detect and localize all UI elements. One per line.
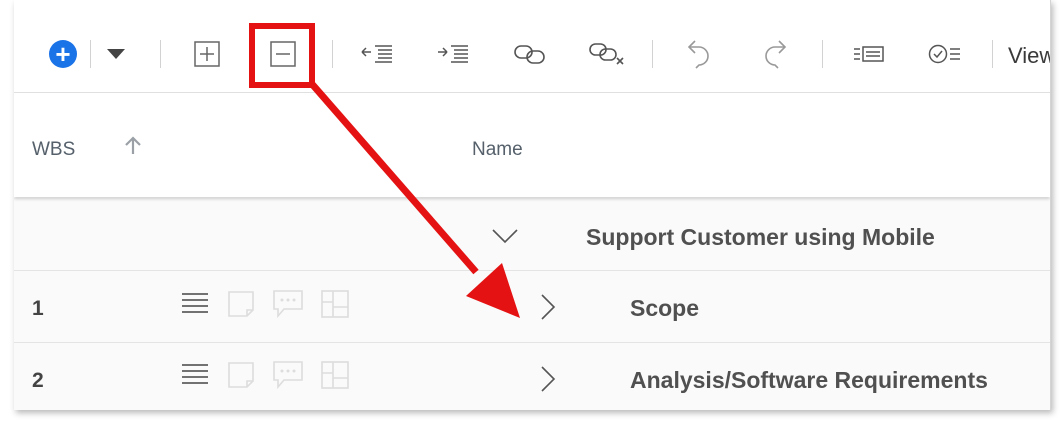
details-icon — [854, 46, 884, 62]
unlink-tasks-button[interactable] — [588, 34, 626, 74]
redo-icon — [765, 40, 787, 69]
chevron-down-icon[interactable] — [492, 228, 518, 249]
toolbar-divider — [332, 40, 333, 68]
row-action-icons — [180, 360, 366, 395]
column-header-row: WBS Name — [14, 93, 1050, 197]
unlink-icon — [589, 43, 624, 65]
indent-button[interactable] — [436, 34, 470, 74]
view-menu-button[interactable]: View — [1008, 43, 1050, 69]
toolbar-divider — [652, 40, 653, 68]
comment-icon[interactable] — [272, 360, 304, 395]
row-action-icons — [180, 289, 366, 324]
row-menu-icon[interactable] — [180, 360, 210, 395]
toolbar-divider — [992, 40, 993, 68]
outdent-icon — [361, 45, 392, 63]
undo-button[interactable] — [684, 34, 714, 74]
task-details-button[interactable] — [852, 34, 886, 74]
toolbar-divider — [822, 40, 823, 68]
toolbar-divider — [90, 40, 91, 68]
table-row[interactable]: Support Customer using Mobile — [14, 198, 1050, 271]
caret-down-icon — [107, 49, 125, 59]
board-icon[interactable] — [320, 289, 350, 324]
comment-icon[interactable] — [272, 289, 304, 324]
chevron-right-icon[interactable] — [540, 365, 556, 398]
note-icon[interactable] — [226, 360, 256, 395]
annotation-highlight-box — [249, 23, 315, 88]
task-name[interactable]: Support Customer using Mobile — [586, 224, 935, 251]
table-row[interactable]: 1 Scope — [14, 271, 1050, 343]
wbs-number: 2 — [32, 369, 44, 392]
outdent-button[interactable] — [360, 34, 394, 74]
row-menu-icon[interactable] — [180, 289, 210, 324]
mark-complete-button[interactable] — [928, 34, 962, 74]
indent-icon — [438, 45, 468, 63]
checklist-icon — [928, 44, 960, 64]
task-name[interactable]: Scope — [630, 295, 699, 322]
link-tasks-button[interactable] — [512, 34, 548, 74]
toolbar-divider — [160, 40, 161, 68]
link-icon — [514, 45, 545, 64]
undo-icon — [687, 40, 709, 69]
table-row[interactable]: 2 Analysis/Software Requirements — [14, 343, 1050, 410]
add-dropdown-button[interactable] — [102, 34, 130, 74]
task-name[interactable]: Analysis/Software Requirements — [630, 367, 988, 394]
expand-all-button[interactable] — [192, 34, 222, 74]
plus-circle-icon: + — [49, 40, 77, 68]
name-column-header[interactable]: Name — [472, 139, 523, 161]
task-grid-panel: + View WBS Name Support Customer using M… — [14, 0, 1051, 410]
sort-up-arrow-icon[interactable] — [124, 135, 142, 160]
chevron-right-icon[interactable] — [540, 293, 556, 326]
wbs-column-header[interactable]: WBS — [32, 139, 75, 161]
board-icon[interactable] — [320, 360, 350, 395]
redo-button[interactable] — [760, 34, 790, 74]
wbs-number: 1 — [32, 297, 44, 320]
note-icon[interactable] — [226, 289, 256, 324]
expand-all-icon — [194, 41, 220, 67]
add-task-button[interactable]: + — [46, 34, 80, 74]
toolbar: + View — [14, 0, 1050, 93]
